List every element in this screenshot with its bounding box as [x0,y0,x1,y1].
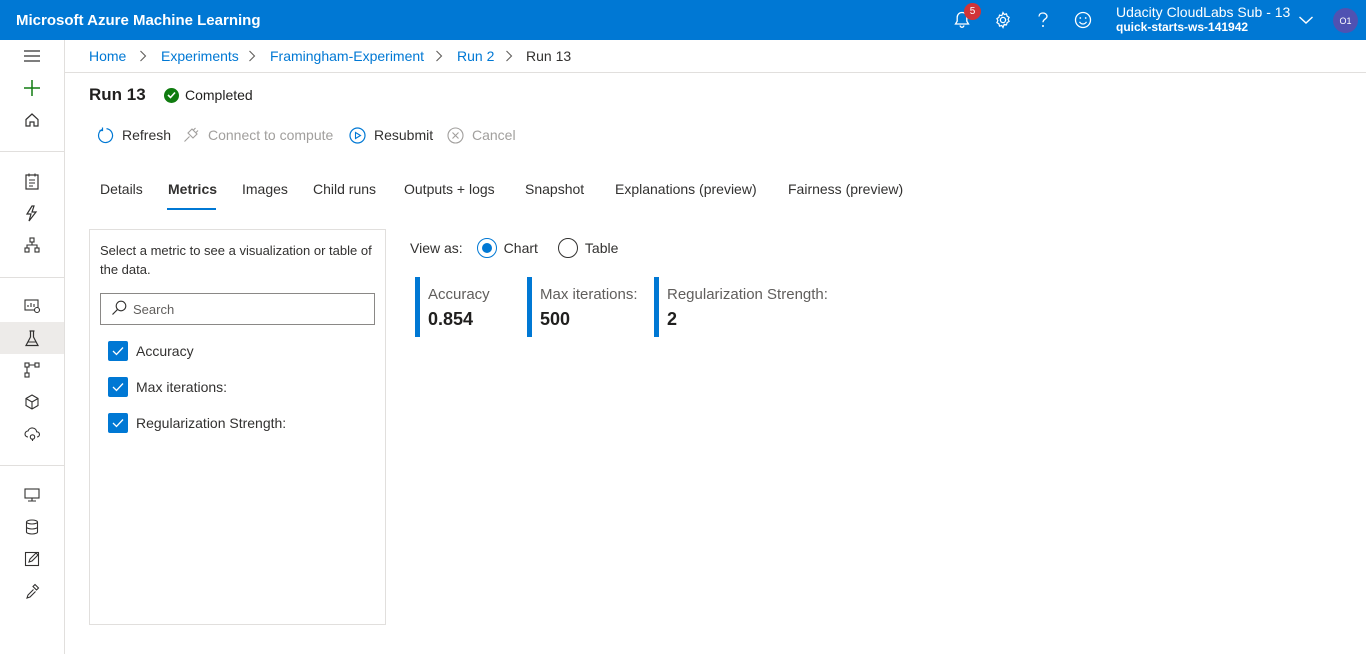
breadcrumb-home[interactable]: Home [89,48,126,64]
view-as-group: View as: Chart Table [410,238,618,258]
radio-chart-label[interactable]: Chart [504,240,538,256]
metric-card-accuracy: Accuracy 0.854 [415,277,490,337]
refresh-icon [96,126,114,144]
breadcrumb-experiment-name[interactable]: Framingham-Experiment [270,48,424,64]
linked-services-icon[interactable] [0,575,64,607]
gear-icon[interactable] [991,8,1015,32]
connect-label: Connect to compute [208,127,334,143]
checkbox-checked-icon[interactable] [108,341,128,361]
metric-value: 500 [540,309,571,329]
models-icon[interactable] [0,386,64,418]
refresh-label: Refresh [122,127,172,143]
datasets-icon[interactable] [0,290,64,322]
radio-table-label[interactable]: Table [585,240,618,256]
view-as-label: View as: [410,240,463,256]
data-labeling-icon[interactable] [0,543,64,575]
resubmit-label: Resubmit [374,127,434,143]
plus-create-icon[interactable] [0,72,64,104]
metric-card-regularization: Regularization Strength: 2 [654,277,828,337]
metric-checkbox-label: Regularization Strength: [136,415,287,431]
notification-badge: 5 [964,3,981,20]
chevron-down-icon[interactable] [1294,8,1318,32]
metric-name: Accuracy [428,286,490,303]
notebooks-icon[interactable] [0,165,64,197]
avatar[interactable]: O1 [1333,8,1358,33]
breadcrumb-parent-run[interactable]: Run 2 [457,48,494,64]
tab-snapshot[interactable]: Snapshot [525,181,584,197]
automated-ml-icon[interactable] [0,197,64,229]
search-input[interactable] [133,301,353,317]
help-icon[interactable] [1031,8,1055,32]
app-title[interactable]: Microsoft Azure Machine Learning [16,12,260,29]
panel-description: Select a metric to see a visualization o… [100,243,372,277]
resubmit-button[interactable]: Resubmit [348,126,433,144]
tab-details[interactable]: Details [100,181,143,197]
experiments-icon[interactable] [0,322,64,354]
tab-metrics[interactable]: Metrics [168,181,217,197]
cancel-circle-icon [446,126,464,144]
plug-icon [182,126,200,144]
home-icon[interactable] [0,104,64,136]
tab-fairness[interactable]: Fairness (preview) [788,181,903,197]
chevron-right-icon [248,49,256,68]
checkbox-checked-icon[interactable] [108,377,128,397]
metric-card-max-iterations: Max iterations: 500 [527,277,638,337]
metric-checkbox-regularization[interactable]: Regularization Strength: [108,413,286,433]
top-bar: Microsoft Azure Machine Learning 5 Udaci… [0,0,1366,40]
notifications-bell-icon[interactable]: 5 [950,3,981,32]
status-text: Completed [185,87,253,103]
feedback-smiley-icon[interactable] [1071,8,1095,32]
connect-to-compute-button[interactable]: Connect to compute [182,126,333,144]
tab-explanations[interactable]: Explanations (preview) [615,181,757,197]
page-title: Run 13 [89,85,146,104]
breadcrumb: Home Experiments Framingham-Experiment R… [65,40,1366,73]
breadcrumb-experiments[interactable]: Experiments [161,48,239,64]
datastores-icon[interactable] [0,511,64,543]
breadcrumb-current-run: Run 13 [526,48,572,64]
metrics-selector-panel: Select a metric to see a visualization o… [89,229,386,625]
cancel-label: Cancel [472,127,516,143]
metric-checkbox-max-iterations[interactable]: Max iterations: [108,377,227,397]
chevron-right-icon [139,49,147,68]
metric-checkbox-label: Accuracy [136,343,194,359]
endpoints-icon[interactable] [0,418,64,450]
left-nav [0,40,65,654]
tab-images[interactable]: Images [242,181,288,197]
status-badge: Completed [164,87,253,103]
metric-checkbox-label: Max iterations: [136,379,228,395]
account-switcher[interactable]: Udacity CloudLabs Sub - 13 quick-starts-… [1116,5,1290,35]
chevron-right-icon [435,49,443,68]
metric-name: Regularization Strength: [667,286,828,303]
chevron-right-icon [505,49,513,68]
tab-outputs-logs[interactable]: Outputs + logs [404,181,495,197]
active-tab-indicator [167,208,216,210]
radio-table[interactable] [557,238,578,258]
metric-checkbox-accuracy[interactable]: Accuracy [108,341,194,361]
play-circle-icon [348,126,366,144]
compute-icon[interactable] [0,479,64,511]
checkmark-circle-icon [164,87,179,103]
tab-child-runs[interactable]: Child runs [313,181,376,197]
workspace-name: quick-starts-ws-141942 [1116,20,1249,34]
cancel-button[interactable]: Cancel [446,126,516,144]
refresh-button[interactable]: Refresh [96,126,171,144]
hamburger-menu-icon[interactable] [0,40,64,72]
radio-chart[interactable] [476,238,497,258]
pipelines-icon[interactable] [0,354,64,386]
subscription-name: Udacity CloudLabs Sub - 13 [1116,4,1291,20]
search-box[interactable] [100,293,375,325]
checkbox-checked-icon[interactable] [108,413,128,433]
metric-value: 0.854 [428,309,474,329]
designer-icon[interactable] [0,229,64,261]
metric-value: 2 [667,309,678,329]
metric-name: Max iterations: [540,286,638,303]
search-icon [111,300,127,319]
